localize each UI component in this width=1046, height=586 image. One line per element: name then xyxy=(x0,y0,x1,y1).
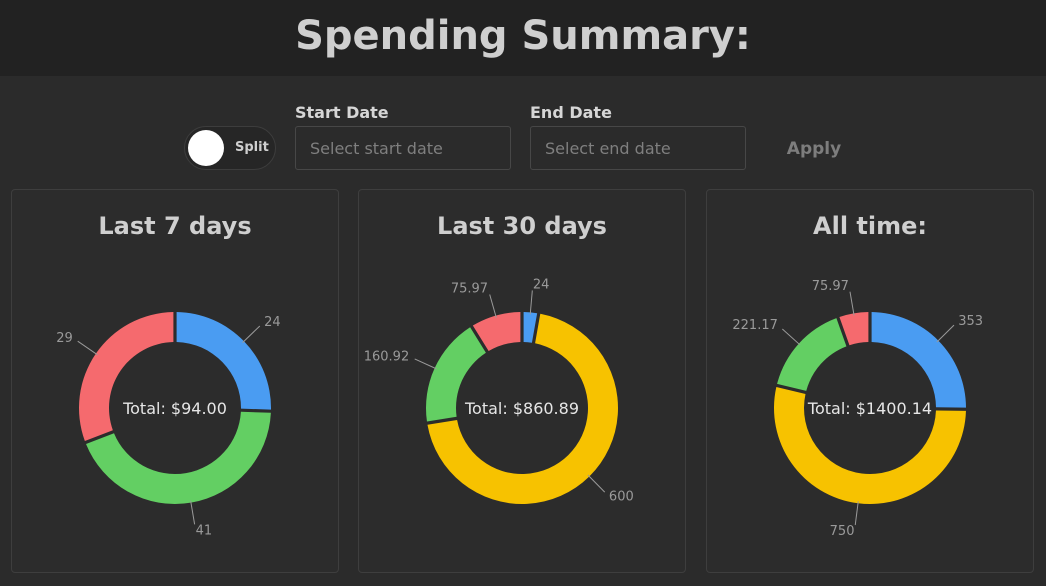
leader-line xyxy=(587,474,606,493)
slice-value-label: 353 xyxy=(958,314,983,329)
donut-slice-red[interactable] xyxy=(79,312,174,442)
leader-line xyxy=(529,290,533,315)
donut-slice-green[interactable] xyxy=(777,318,847,391)
summary-card-all-time: All time: 353 750 221.17 75.97 Total: $1400.… xyxy=(706,189,1034,573)
slice-value-label: 600 xyxy=(609,489,634,504)
split-toggle[interactable]: Split xyxy=(184,126,276,170)
donut-total-label: Total: $1400.14 xyxy=(807,399,932,418)
toggle-label: Split xyxy=(235,140,269,155)
end-date-input[interactable] xyxy=(530,126,746,170)
leader-line xyxy=(77,340,98,356)
leader-line xyxy=(854,501,859,526)
slice-value-label: 160.92 xyxy=(364,349,410,364)
leader-line xyxy=(242,325,261,344)
slice-value-label: 24 xyxy=(533,277,550,292)
summary-card-last-30-days: Last 30 days 24 600 160.92 75.97 Total: $860… xyxy=(358,189,686,573)
slice-value-label: 75.97 xyxy=(812,279,849,294)
slice-value-label: 75.97 xyxy=(451,282,488,297)
page-title: Spending Summary: xyxy=(295,13,751,59)
app-header: Spending Summary: xyxy=(0,0,1046,76)
slice-value-label: 24 xyxy=(264,315,281,330)
leader-line xyxy=(489,294,497,318)
donut-slice-green[interactable] xyxy=(86,411,271,505)
slice-value-label: 221.17 xyxy=(732,318,778,333)
toggle-knob[interactable] xyxy=(188,130,224,166)
summary-card-last-7-days: Last 7 days 24 41 29 Total: $94.00 xyxy=(11,189,339,573)
slice-value-label: 41 xyxy=(196,523,213,538)
leader-line xyxy=(849,291,855,316)
end-date-label: End Date xyxy=(530,103,612,122)
start-date-input[interactable] xyxy=(295,126,511,170)
donut-chart: 353 750 221.17 75.97 Total: $1400.14 xyxy=(732,279,983,539)
donut-slice-blue[interactable] xyxy=(871,312,966,408)
donut-chart: 24 41 29 Total: $94.00 xyxy=(56,312,281,538)
donut-total-label: Total: $94.00 xyxy=(122,399,227,418)
leader-line xyxy=(414,358,437,370)
slice-value-label: 29 xyxy=(56,331,73,346)
donut-slice-blue[interactable] xyxy=(523,312,538,343)
donut-chart: 24 600 160.92 75.97 Total: $860.89 xyxy=(364,277,634,504)
donut-slice-blue[interactable] xyxy=(176,312,271,410)
donut-total-label: Total: $860.89 xyxy=(464,399,579,418)
leader-line xyxy=(782,328,801,346)
slice-value-label: 750 xyxy=(830,524,855,539)
apply-button[interactable]: Apply xyxy=(776,130,852,168)
start-date-label: Start Date xyxy=(295,103,389,122)
leader-line xyxy=(936,324,955,343)
leader-line xyxy=(190,500,196,525)
